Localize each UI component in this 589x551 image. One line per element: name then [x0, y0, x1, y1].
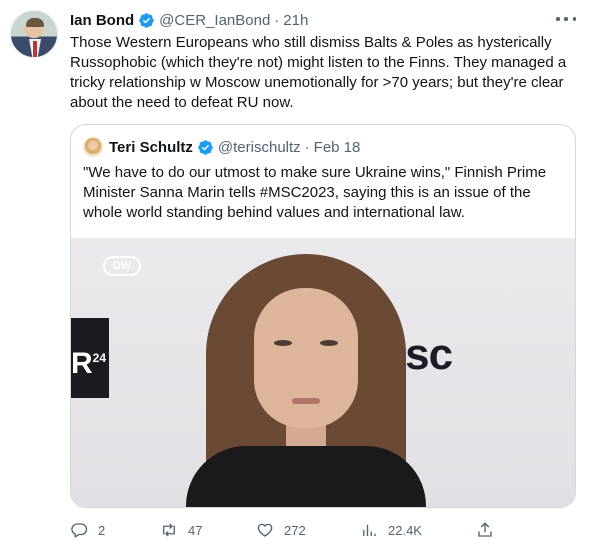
quoted-author-handle: @terischultz [217, 138, 301, 156]
retweet-button[interactable]: 47 [160, 518, 202, 542]
retweet-count: 47 [188, 522, 203, 538]
tweet-actions: 2 47 272 22.4K [70, 518, 510, 542]
author-name[interactable]: Ian Bond [70, 12, 134, 29]
reply-button[interactable]: 2 [70, 518, 105, 542]
separator-dot: · [304, 138, 310, 156]
quoted-text: "We have to do our utmost to make sure U… [83, 164, 547, 221]
speaker-eye-right [320, 340, 338, 346]
speaker-eye-left [274, 340, 292, 346]
bar-chart-icon [363, 524, 376, 536]
quoted-date: Feb 18 [313, 138, 361, 156]
br24-backdrop-logo: R24 [71, 318, 109, 398]
reply-count: 2 [98, 522, 106, 538]
avatar-hair [26, 18, 44, 27]
quoted-tweet[interactable]: Teri Schultz @terischultz · Feb 18 "We h… [70, 124, 576, 508]
speaker-face [254, 288, 358, 428]
views-button[interactable]: 22.4K [360, 518, 422, 542]
views-count: 22.4K [388, 522, 422, 538]
like-button[interactable]: 272 [256, 518, 306, 542]
quoted-header: Teri Schultz @terischultz · Feb 18 [83, 137, 360, 157]
br24-sup: 24 [92, 351, 107, 365]
like-count: 272 [284, 522, 306, 538]
more-horizontal-icon[interactable] [556, 12, 576, 26]
quoted-author-avatar [83, 137, 103, 157]
heart-icon [257, 523, 273, 537]
speaker-figure [186, 248, 426, 507]
quoted-author-name: Teri Schultz [109, 138, 193, 156]
tweet-time[interactable]: 21h [283, 12, 308, 29]
br24-letter: R [71, 347, 93, 380]
speaker-lips [292, 398, 320, 404]
retweet-icon [163, 523, 175, 537]
share-button[interactable] [476, 518, 504, 542]
dw-logo: DW [103, 256, 141, 276]
speaker-jacket [186, 446, 426, 507]
avatar-tie [33, 41, 37, 57]
tweet-text: Those Western Europeans who still dismis… [70, 34, 567, 111]
quoted-media-image[interactable]: R24 DW msc [71, 238, 575, 507]
verified-badge-icon [198, 139, 213, 155]
tweet-header: Ian Bond @CER_IanBond · 21h [70, 10, 308, 30]
reply-icon [71, 523, 88, 538]
separator-dot: · [274, 11, 280, 29]
verified-badge-icon [139, 12, 154, 28]
author-handle[interactable]: @CER_IanBond [159, 12, 270, 29]
share-icon [478, 522, 492, 537]
author-avatar[interactable] [10, 10, 58, 58]
